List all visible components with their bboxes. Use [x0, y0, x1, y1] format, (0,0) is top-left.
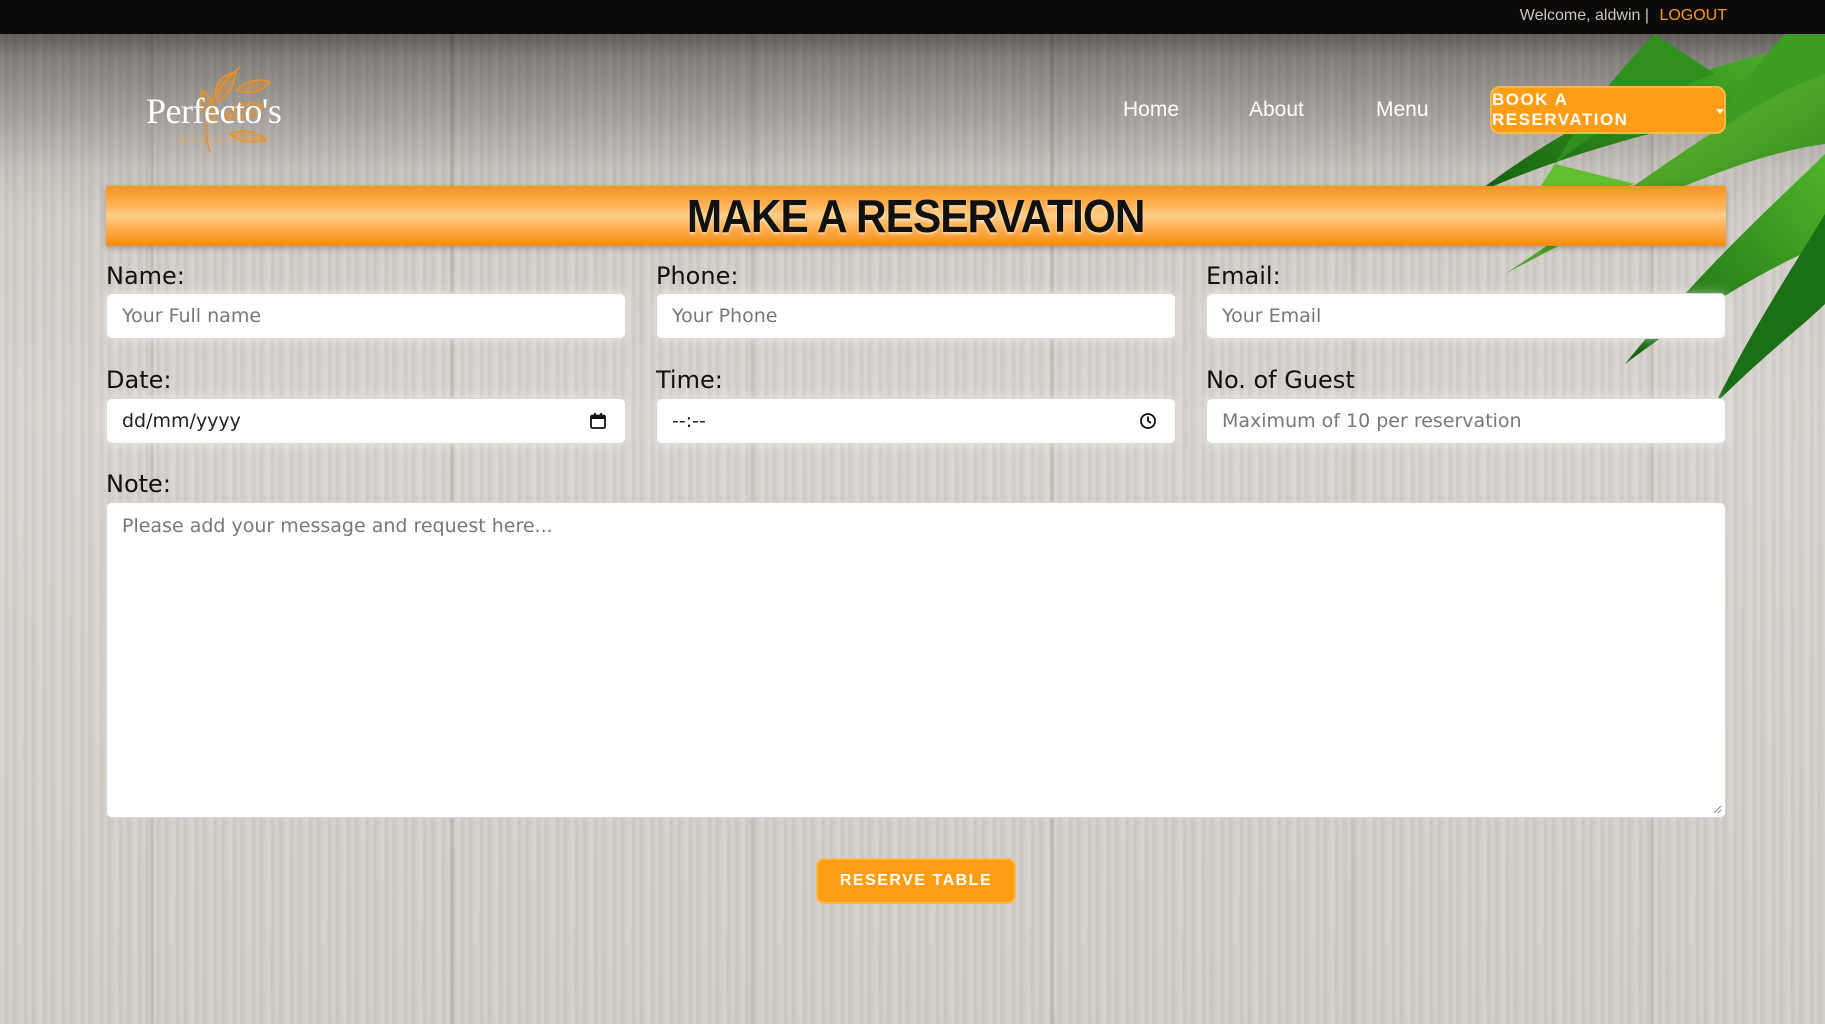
brand-logo[interactable]: Perfecto's RESTAURANT	[140, 62, 310, 162]
guests-input[interactable]: Maximum of 10 per reservation	[1206, 398, 1726, 444]
time-label: Time:	[656, 366, 723, 394]
logout-link[interactable]: LOGOUT	[1659, 7, 1727, 25]
clock-icon[interactable]	[1139, 412, 1157, 430]
book-reservation-label: BOOK A RESERVATION	[1492, 90, 1629, 129]
guests-placeholder: Maximum of 10 per reservation	[1222, 410, 1522, 432]
brand-name: Perfecto's	[146, 91, 282, 131]
name-input[interactable]: Your Full name	[106, 293, 626, 339]
nav-home[interactable]: Home	[1123, 98, 1179, 122]
time-value: --:--	[672, 410, 706, 432]
date-value: dd/mm/yyyy	[122, 410, 241, 432]
note-label: Note:	[106, 470, 171, 498]
guests-label: No. of Guest	[1206, 366, 1355, 394]
resize-grip-icon[interactable]	[1712, 804, 1722, 814]
date-input[interactable]: dd/mm/yyyy	[106, 398, 626, 444]
reserve-table-button[interactable]: RESERVE TABLE	[816, 858, 1016, 904]
note-textarea[interactable]: Please add your message and request here…	[106, 502, 1726, 818]
welcome-text: Welcome, aldwin |	[1519, 7, 1649, 24]
email-placeholder: Your Email	[1222, 305, 1322, 327]
phone-label: Phone:	[656, 262, 739, 290]
phone-placeholder: Your Phone	[672, 305, 778, 327]
nav-menu[interactable]: Menu	[1376, 98, 1429, 122]
date-label: Date:	[106, 366, 172, 394]
email-input[interactable]: Your Email	[1206, 293, 1726, 339]
page-title: MAKE A RESERVATION	[687, 190, 1146, 242]
brand-subtitle: RESTAURANT	[180, 136, 274, 145]
email-label: Email:	[1206, 262, 1281, 290]
time-input[interactable]: --:--	[656, 398, 1176, 444]
title-banner: MAKE A RESERVATION	[106, 186, 1726, 246]
calendar-icon[interactable]	[589, 412, 607, 430]
top-bar: Welcome, aldwin | LOGOUT	[0, 0, 1825, 34]
nav-about[interactable]: About	[1249, 98, 1304, 122]
caret-down-icon	[1716, 108, 1724, 114]
note-placeholder: Please add your message and request here…	[122, 515, 553, 537]
book-reservation-button[interactable]: BOOK A RESERVATION	[1490, 86, 1726, 134]
phone-input[interactable]: Your Phone	[656, 293, 1176, 339]
name-label: Name:	[106, 262, 185, 290]
name-placeholder: Your Full name	[122, 305, 262, 327]
